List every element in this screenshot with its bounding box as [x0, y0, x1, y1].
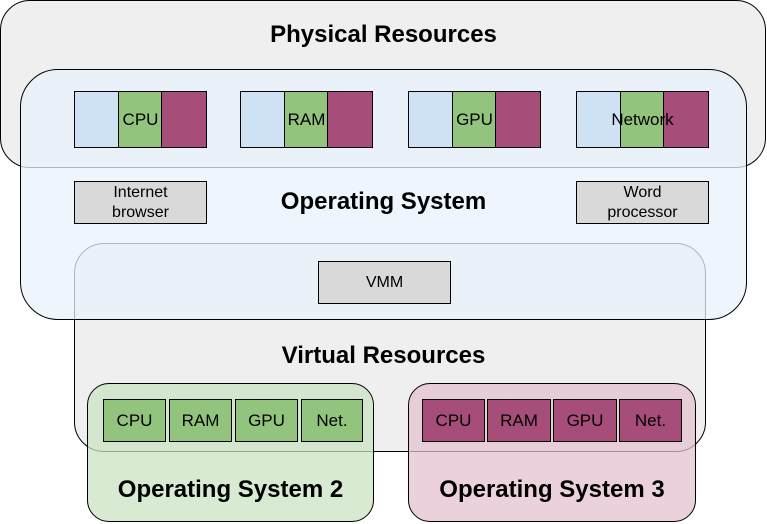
physical-resource-cpu: CPU: [74, 91, 207, 148]
guest-os-2-title: Operating System 2: [117, 476, 344, 503]
physical-resource-gpu: GPU: [408, 91, 541, 148]
resource-label: RAM: [287, 109, 326, 129]
guest2-resource-ram: RAM: [169, 399, 232, 442]
guest2-resource-network: Net.: [301, 399, 363, 442]
virtual-resources-title: Virtual Resources: [281, 342, 486, 369]
guest3-resource-gpu: GPU: [553, 399, 617, 442]
guest2-resource-cpu: CPU: [103, 399, 166, 442]
operating-system-title: Operating System: [280, 188, 487, 215]
physical-resource-network: Network: [576, 91, 709, 148]
guest-os-3-title: Operating System 3: [439, 476, 665, 503]
resource-label: GPU: [456, 109, 493, 129]
guest3-resource-cpu: CPU: [422, 399, 485, 442]
resource-label: CPU: [122, 109, 159, 129]
guest3-resource-ram: RAM: [487, 399, 551, 442]
physical-resource-ram: RAM: [240, 91, 373, 148]
vmm-box: VMM: [318, 261, 451, 304]
resource-label: Network: [611, 109, 674, 129]
guest3-resource-network: Net.: [619, 399, 682, 442]
physical-resources-title: Physical Resources: [270, 21, 497, 48]
guest2-resource-gpu: GPU: [235, 399, 298, 442]
